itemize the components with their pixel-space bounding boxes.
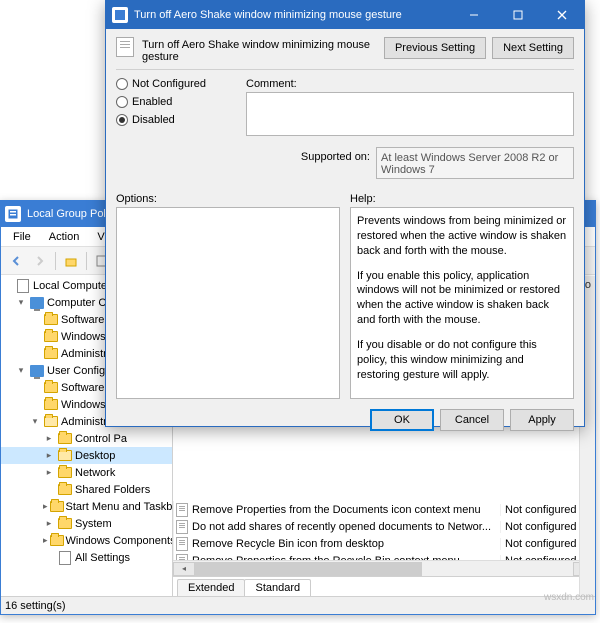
setting-icon xyxy=(116,37,134,57)
tree-windows-components[interactable]: ▸ Windows Components xyxy=(1,532,172,549)
radio-not-configured[interactable]: Not Configured xyxy=(116,78,236,90)
policy-dialog: Turn off Aero Shake window minimizing mo… xyxy=(105,0,585,427)
tree-label: Network xyxy=(75,467,115,479)
toolbar-separator xyxy=(86,252,87,270)
tree-label: Shared Folders xyxy=(75,484,150,496)
help-text: If you enable this policy, application w… xyxy=(357,269,567,328)
menu-action[interactable]: Action xyxy=(41,229,88,245)
dialog-icon xyxy=(112,7,128,23)
radio-enabled[interactable]: Enabled xyxy=(116,96,236,108)
toolbar-up-icon[interactable] xyxy=(60,250,82,272)
next-setting-button[interactable]: Next Setting xyxy=(492,37,574,59)
close-button[interactable] xyxy=(540,1,584,29)
setting-row[interactable]: Remove Properties from the Documents ico… xyxy=(173,501,595,518)
tab-extended[interactable]: Extended xyxy=(177,579,245,596)
gpedit-app-icon xyxy=(5,206,21,222)
collapse-icon[interactable]: ▾ xyxy=(29,416,41,427)
scroll-track[interactable] xyxy=(195,562,573,576)
expand-icon[interactable]: ▸ xyxy=(43,535,48,546)
supported-on-value: At least Windows Server 2008 R2 or Windo… xyxy=(376,147,574,179)
options-panel xyxy=(116,207,340,399)
tab-standard[interactable]: Standard xyxy=(244,579,311,596)
tree-label: System xyxy=(75,518,112,530)
radio-label: Enabled xyxy=(132,96,172,108)
help-panel: Prevents windows from being minimized or… xyxy=(350,207,574,399)
setting-row[interactable]: Remove Recycle Bin icon from desktopNot … xyxy=(173,535,595,552)
setting-name: Remove Properties from the Documents ico… xyxy=(190,504,500,516)
tree-all-settings[interactable]: All Settings xyxy=(1,549,172,566)
expand-icon[interactable]: ▸ xyxy=(43,518,55,529)
collapse-icon[interactable]: ▾ xyxy=(15,365,27,376)
comment-input[interactable] xyxy=(246,92,574,136)
help-text: Prevents windows from being minimized or… xyxy=(357,214,567,259)
setting-name: Do not add shares of recently opened doc… xyxy=(190,521,500,533)
tree-start-menu[interactable]: ▸ Start Menu and Taskba xyxy=(1,498,172,515)
state-radio-group: Not Configured Enabled Disabled xyxy=(116,78,236,126)
apply-button[interactable]: Apply xyxy=(510,409,574,431)
cancel-button[interactable]: Cancel xyxy=(440,409,504,431)
scroll-left-icon[interactable]: ◂ xyxy=(173,562,195,576)
supported-on-label: Supported on: xyxy=(300,147,376,163)
setting-row[interactable]: Do not add shares of recently opened doc… xyxy=(173,518,595,535)
expand-icon[interactable]: ▸ xyxy=(43,450,55,461)
list-tabs: Extended Standard xyxy=(173,576,595,596)
tree-label: Desktop xyxy=(75,450,115,462)
scroll-thumb[interactable] xyxy=(195,562,422,576)
setting-icon xyxy=(174,503,190,517)
setting-name: Remove Recycle Bin icon from desktop xyxy=(190,538,500,550)
dialog-title: Turn off Aero Shake window minimizing mo… xyxy=(134,9,402,21)
tree-network[interactable]: ▸ Network xyxy=(1,464,172,481)
expand-icon[interactable]: ▸ xyxy=(43,467,55,478)
radio-icon xyxy=(116,96,128,108)
radio-label: Not Configured xyxy=(132,78,206,90)
setting-icon xyxy=(174,554,190,561)
watermark: wsxdn.com xyxy=(544,592,594,603)
expand-icon[interactable]: ▸ xyxy=(43,501,48,512)
maximize-button[interactable] xyxy=(496,1,540,29)
help-text: If you disable or do not configure this … xyxy=(357,338,567,383)
setting-row[interactable]: Remove Properties from the Recycle Bin c… xyxy=(173,552,595,560)
tree-system[interactable]: ▸ System xyxy=(1,515,172,532)
collapse-icon[interactable]: ▾ xyxy=(15,297,27,308)
tree-label: All Settings xyxy=(75,552,130,564)
toolbar-forward-icon[interactable] xyxy=(29,250,51,272)
tree-label: Start Menu and Taskba xyxy=(66,501,173,513)
options-label: Options: xyxy=(116,193,340,205)
help-label: Help: xyxy=(350,193,574,205)
separator xyxy=(116,69,574,70)
tree-label: Windows Components xyxy=(66,535,173,547)
radio-icon xyxy=(116,114,128,126)
tree-desktop[interactable]: ▸ Desktop xyxy=(1,447,172,464)
ok-button[interactable]: OK xyxy=(370,409,434,431)
tree-shared-folders[interactable]: Shared Folders xyxy=(1,481,172,498)
radio-icon xyxy=(116,78,128,90)
toolbar-back-icon[interactable] xyxy=(5,250,27,272)
dialog-titlebar[interactable]: Turn off Aero Shake window minimizing mo… xyxy=(106,1,584,29)
setting-icon xyxy=(174,537,190,551)
toolbar-separator xyxy=(55,252,56,270)
horizontal-scrollbar[interactable]: ◂ ▸ xyxy=(173,560,595,576)
status-text: 16 setting(s) xyxy=(5,600,66,612)
menu-file[interactable]: File xyxy=(5,229,39,245)
dialog-heading: Turn off Aero Shake window minimizing mo… xyxy=(142,37,376,63)
radio-label: Disabled xyxy=(132,114,175,126)
status-bar: 16 setting(s) xyxy=(1,596,595,614)
comment-label: Comment: xyxy=(246,78,574,90)
radio-disabled[interactable]: Disabled xyxy=(116,114,236,126)
expand-icon[interactable]: ▸ xyxy=(43,433,55,444)
setting-icon xyxy=(174,520,190,534)
minimize-button[interactable] xyxy=(452,1,496,29)
previous-setting-button[interactable]: Previous Setting xyxy=(384,37,486,59)
